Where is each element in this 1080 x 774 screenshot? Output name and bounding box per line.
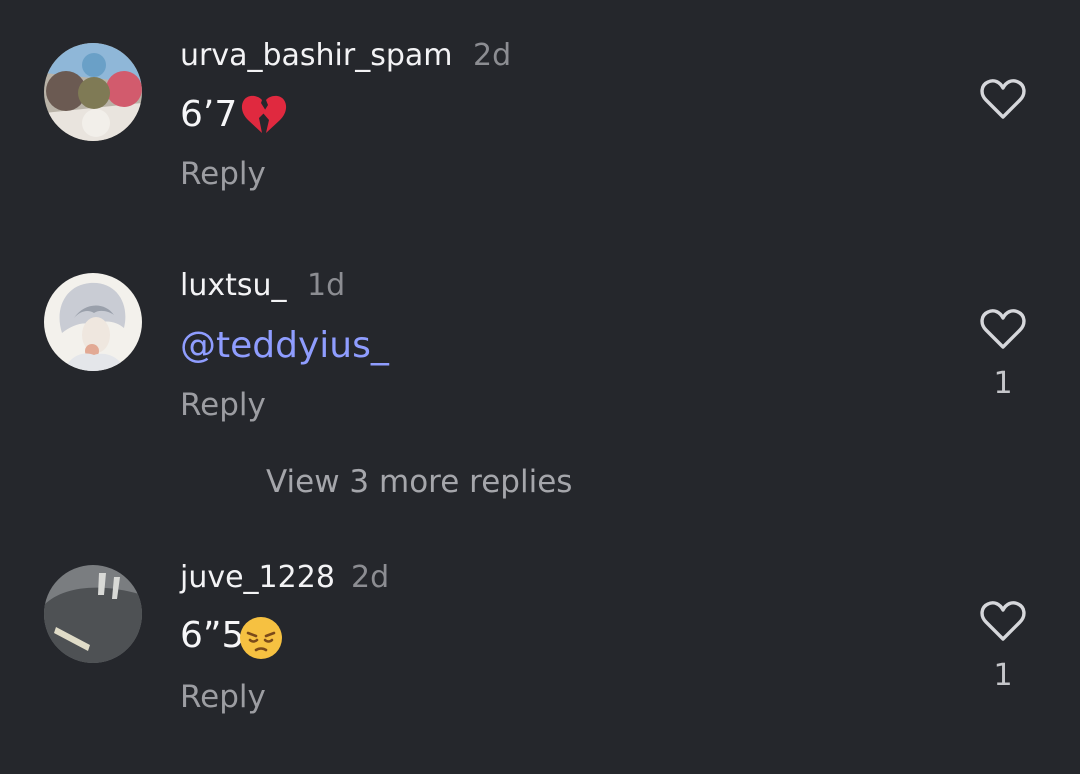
like-count: 1 (993, 366, 1013, 401)
view-more-replies-button[interactable]: View 3 more replies (266, 462, 572, 502)
comment-text: 6”5 (180, 615, 245, 656)
avatar[interactable] (44, 565, 142, 663)
comment-time: 1d (307, 268, 346, 303)
pensive-face-emoji (238, 615, 284, 665)
avatar-image (44, 565, 142, 663)
username[interactable]: juve_1228 (180, 560, 335, 596)
reply-button[interactable]: Reply (180, 386, 266, 424)
avatar-image (44, 273, 142, 371)
username[interactable]: urva_bashir_spam (180, 38, 453, 74)
like-count: 1 (993, 658, 1013, 693)
like-button[interactable] (978, 599, 1028, 643)
avatar[interactable] (44, 43, 142, 141)
reply-button[interactable]: Reply (180, 678, 266, 716)
mention-link[interactable]: @teddyius_ (180, 324, 389, 368)
like-button[interactable] (978, 307, 1028, 351)
avatar[interactable] (44, 273, 142, 371)
heart-outline-icon (980, 601, 1026, 641)
broken-heart-emoji (240, 94, 288, 140)
comment-time: 2d (473, 38, 512, 73)
reply-button[interactable]: Reply (180, 155, 266, 193)
username[interactable]: luxtsu_ (180, 268, 287, 304)
comment-text: 6’7 (180, 94, 238, 135)
avatar-image (44, 43, 142, 141)
heart-outline-icon (980, 79, 1026, 119)
like-button[interactable] (978, 77, 1028, 121)
heart-outline-icon (980, 309, 1026, 349)
comment-time: 2d (351, 560, 390, 595)
